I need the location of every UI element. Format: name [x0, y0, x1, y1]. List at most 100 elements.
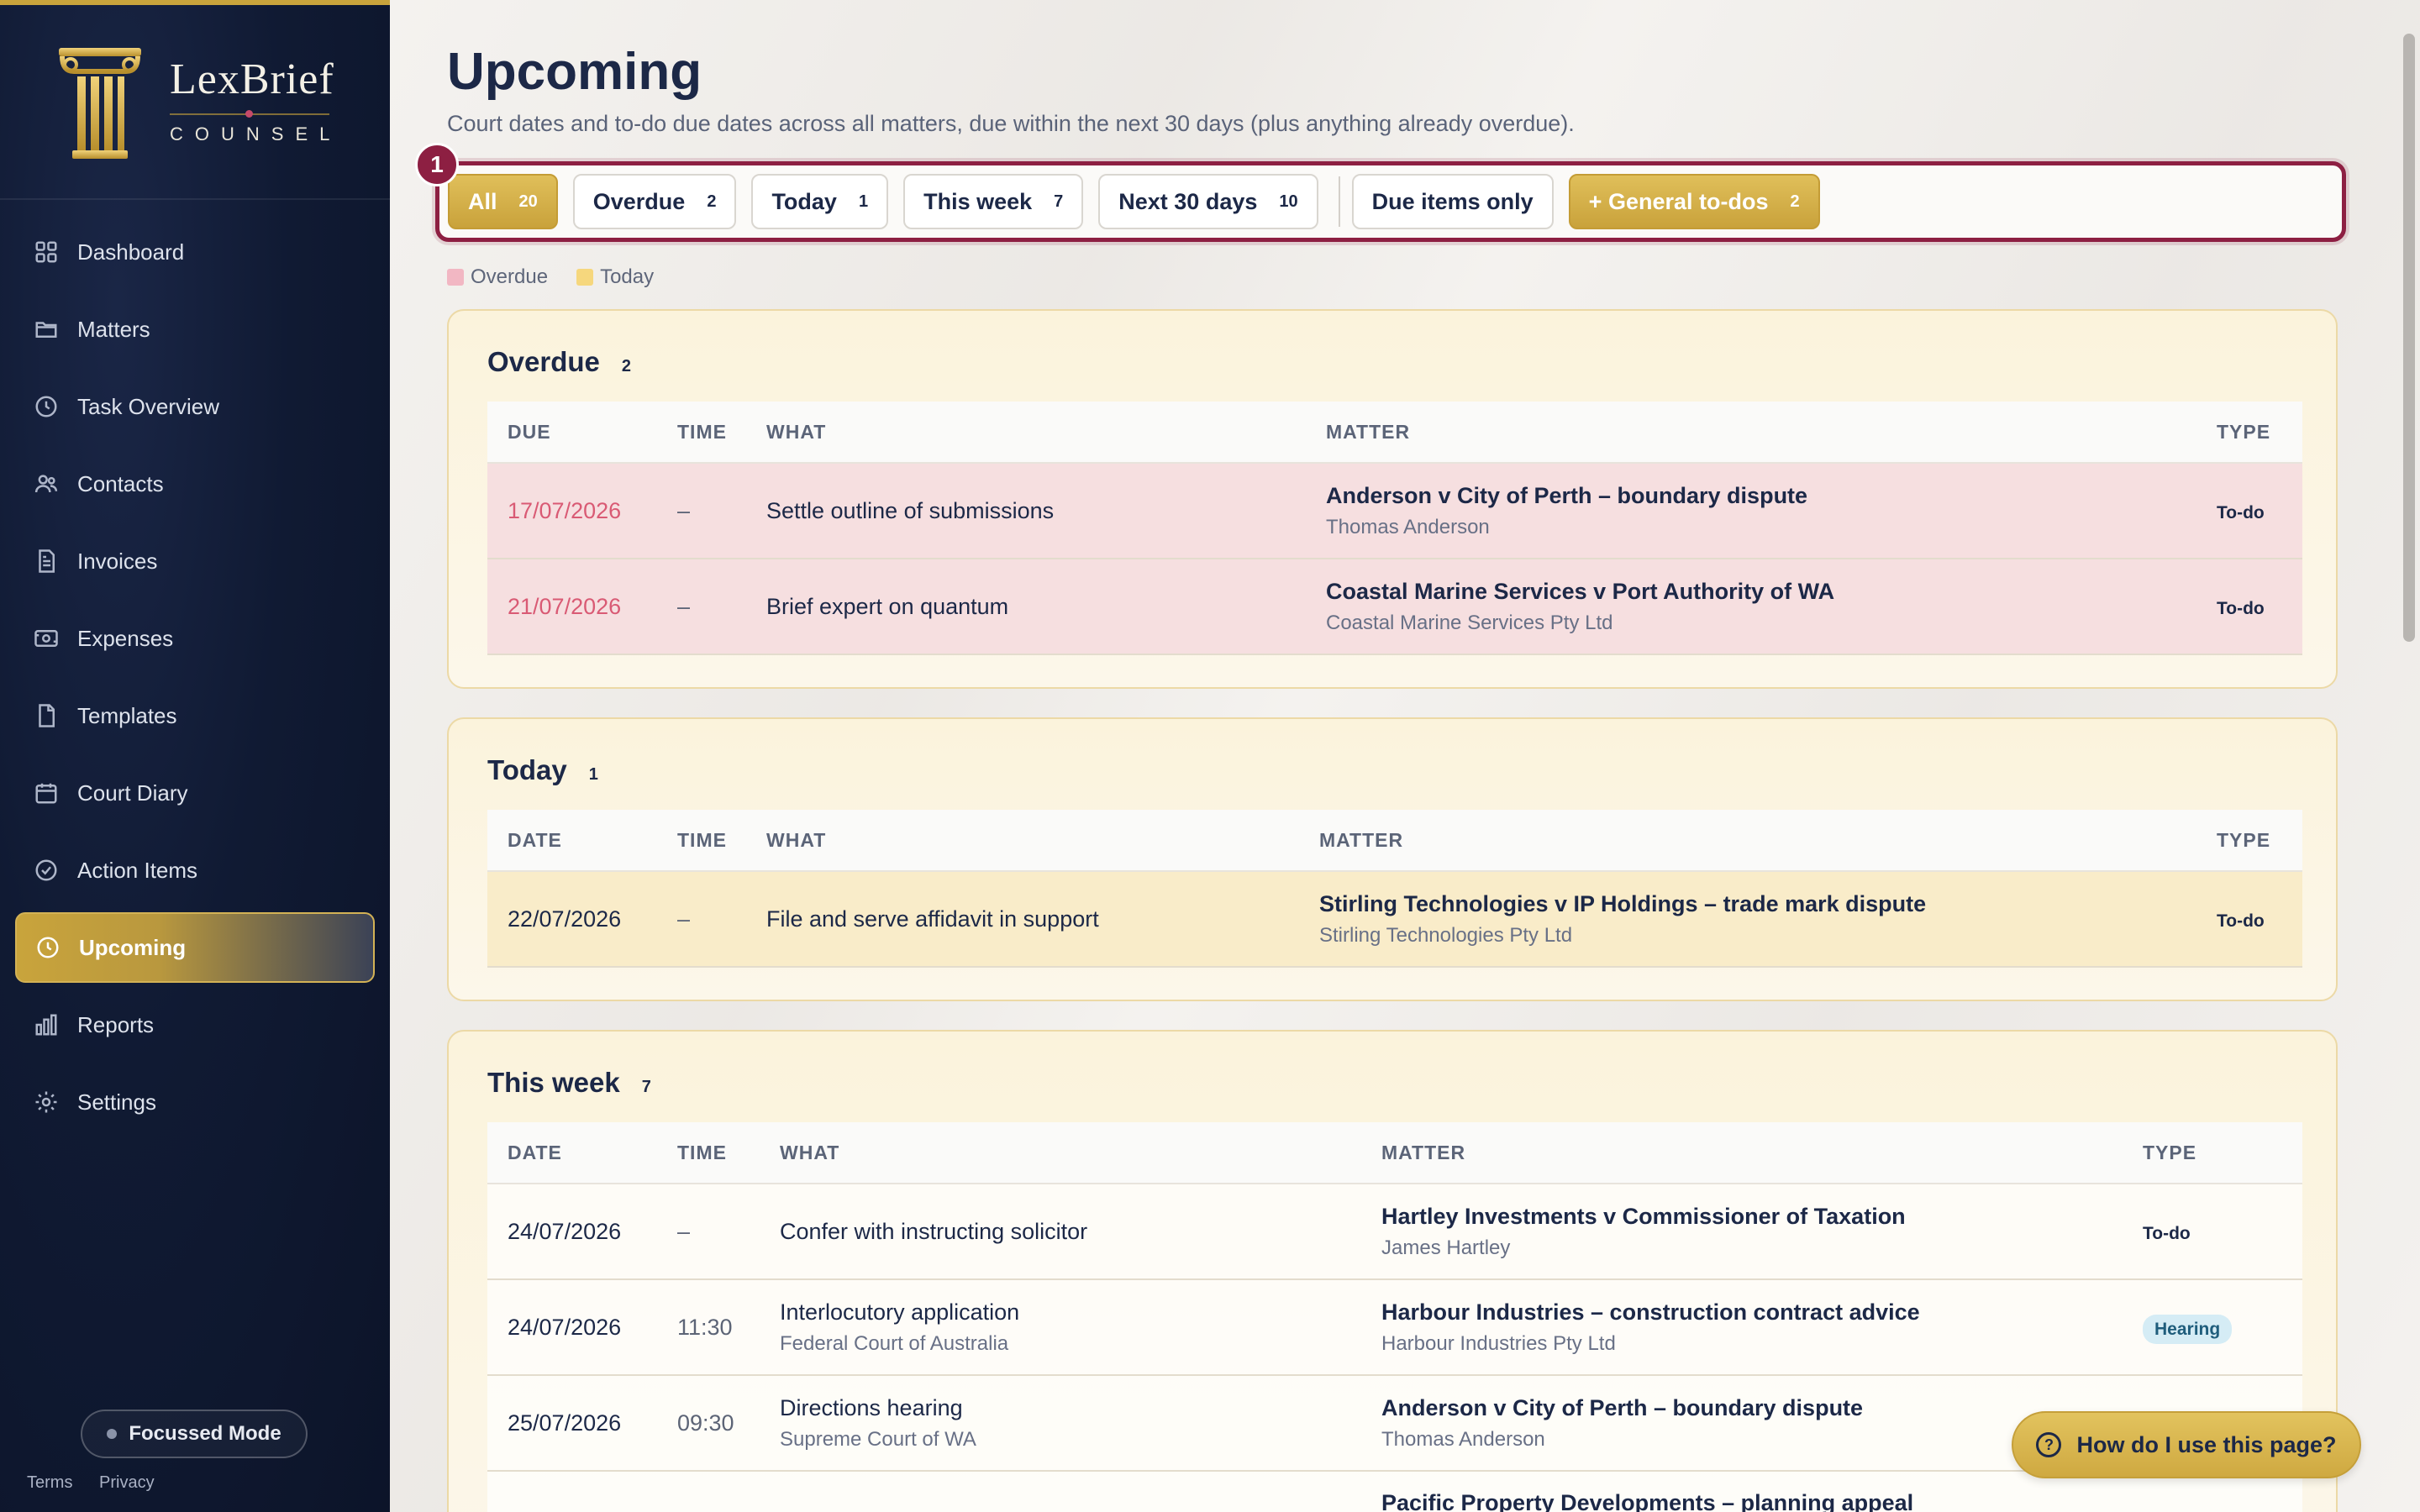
- time: –: [677, 1218, 691, 1244]
- col-time: TIME: [677, 420, 727, 443]
- sidebar-item-matters[interactable]: Matters: [15, 294, 375, 365]
- people-icon: [34, 475, 58, 493]
- document-icon: [39, 704, 55, 727]
- sidebar-item-task-overview[interactable]: Task Overview: [15, 371, 375, 442]
- privacy-link[interactable]: Privacy: [99, 1473, 155, 1492]
- chip-label: + General to-dos: [1588, 188, 1769, 214]
- table-header: DATE TIME WHAT MATTER TYPE: [487, 1122, 2302, 1184]
- matter-name[interactable]: Pacific Property Developments – planning…: [1381, 1490, 2123, 1512]
- filter-next-30-days-chip[interactable]: Next 30 days 10: [1098, 174, 1318, 229]
- what: Directions hearing: [780, 1394, 963, 1420]
- legend-label: Overdue: [471, 265, 549, 288]
- table-row[interactable]: 17/07/2026 – Settle outline of submissio…: [487, 464, 2302, 559]
- matter-client: Coastal Marine Services Pty Ltd: [1326, 611, 1613, 634]
- matter-name[interactable]: Anderson v City of Perth – boundary disp…: [1381, 1395, 2123, 1421]
- sidebar-item-label: Upcoming: [79, 934, 187, 960]
- matter-name[interactable]: Stirling Technologies v IP Holdings – tr…: [1319, 891, 2196, 917]
- type-cell: To-do: [2196, 594, 2302, 620]
- money-icon: [34, 630, 58, 647]
- section-count: 1: [588, 765, 598, 784]
- legend: Overdue Today: [447, 265, 682, 289]
- what-cell: Interlocutory application Federal Court …: [760, 1299, 1361, 1356]
- help-button[interactable]: ? How do I use this page?: [2012, 1411, 2361, 1478]
- table-header: DUE TIME WHAT MATTER TYPE: [487, 402, 2302, 464]
- focussed-mode-button[interactable]: Focussed Mode: [81, 1410, 308, 1458]
- section-title: Today 1: [487, 754, 598, 786]
- status-dot-icon: [107, 1429, 118, 1439]
- due-items-only-toggle[interactable]: Due items only: [1351, 174, 1554, 229]
- matter-client: Stirling Technologies Pty Ltd: [1319, 923, 1573, 947]
- table-row[interactable]: 21/07/2026 – Brief expert on quantum Coa…: [487, 559, 2302, 655]
- chip-count: 2: [1790, 192, 1800, 211]
- grid-icon: [35, 241, 57, 263]
- scrollbar-thumb[interactable]: [2403, 34, 2415, 642]
- chip-label: Due items only: [1371, 188, 1534, 214]
- sidebar-item-contacts[interactable]: Contacts: [15, 449, 375, 519]
- col-type: TYPE: [2143, 1141, 2197, 1163]
- type-badge-hearing: Hearing: [2143, 1314, 2233, 1344]
- sidebar-item-expenses[interactable]: Expenses: [15, 603, 375, 674]
- matter-name[interactable]: Coastal Marine Services v Port Authority…: [1326, 579, 2196, 605]
- clock-icon: [35, 396, 57, 417]
- legend-today: Today: [576, 265, 654, 289]
- filter-divider: [1338, 176, 1340, 227]
- sidebar-item-label: Task Overview: [77, 393, 220, 419]
- today-table: DATE TIME WHAT MATTER TYPE 22/07/2026 – …: [487, 810, 2302, 968]
- sidebar-item-reports[interactable]: Reports: [15, 990, 375, 1060]
- date: 25/07/2026: [508, 1410, 622, 1436]
- sidebar-item-templates[interactable]: Templates: [15, 680, 375, 751]
- filter-all-chip[interactable]: All 20: [448, 174, 558, 229]
- general-todos-toggle[interactable]: + General to-dos 2: [1568, 174, 1820, 229]
- chip-label: Overdue: [592, 188, 686, 214]
- table-row[interactable]: Pacific Property Developments – planning…: [487, 1472, 2302, 1512]
- table-row[interactable]: 24/07/2026 – Confer with instructing sol…: [487, 1184, 2302, 1280]
- col-matter: MATTER: [1381, 1141, 1466, 1163]
- page-subtitle: Court dates and to-do due dates across a…: [447, 111, 1575, 136]
- filter-today-chip[interactable]: Today 1: [751, 174, 889, 229]
- table-row[interactable]: 24/07/2026 11:30 Interlocutory applicati…: [487, 1280, 2302, 1376]
- col-type: TYPE: [2217, 828, 2271, 851]
- due-date: 17/07/2026: [508, 497, 622, 523]
- matter-name[interactable]: Hartley Investments v Commissioner of Ta…: [1381, 1204, 2123, 1230]
- calendar-icon: [35, 783, 57, 804]
- pillar-logo-icon: [59, 48, 141, 159]
- what: Confer with instructing solicitor: [780, 1218, 1088, 1244]
- main-content: Upcoming Court dates and to-do due dates…: [390, 0, 2420, 1512]
- overdue-section: Overdue 2 DUE TIME WHAT MATTER TYPE 17/0…: [447, 309, 2338, 689]
- court-name: Supreme Court of WA: [780, 1427, 976, 1451]
- time: 11:30: [677, 1314, 733, 1340]
- type-cell: To-do: [2196, 906, 2302, 932]
- time: –: [677, 497, 691, 523]
- chip-label: All: [468, 188, 497, 214]
- sidebar-item-upcoming[interactable]: Upcoming: [15, 912, 375, 983]
- matter-cell: Coastal Marine Services v Port Authority…: [1306, 579, 2196, 635]
- col-date: DATE: [508, 1141, 562, 1163]
- col-date: DATE: [508, 828, 562, 851]
- terms-link[interactable]: Terms: [27, 1473, 72, 1492]
- chip-label: Next 30 days: [1118, 188, 1258, 214]
- sidebar-item-label: Matters: [77, 316, 150, 342]
- sidebar-item-dashboard[interactable]: Dashboard: [15, 217, 375, 287]
- sidebar-item-settings[interactable]: Settings: [15, 1067, 375, 1137]
- what: Interlocutory application: [780, 1299, 1020, 1325]
- matter-name[interactable]: Harbour Industries – construction contra…: [1381, 1299, 2123, 1326]
- sidebar-item-label: Settings: [77, 1089, 156, 1115]
- sidebar-item-court-diary[interactable]: Court Diary: [15, 758, 375, 828]
- type-badge: To-do: [2217, 598, 2265, 618]
- question-icon: ?: [2036, 1432, 2062, 1457]
- filter-overdue-chip[interactable]: Overdue 2: [572, 174, 737, 229]
- sidebar-item-label: Court Diary: [77, 780, 188, 806]
- sidebar-item-invoices[interactable]: Invoices: [15, 526, 375, 596]
- filter-this-week-chip[interactable]: This week 7: [903, 174, 1084, 229]
- sidebar-item-action-items[interactable]: Action Items: [15, 835, 375, 906]
- sidebar-item-label: Templates: [77, 702, 177, 728]
- table-row[interactable]: 22/07/2026 – File and serve affidavit in…: [487, 872, 2302, 968]
- section-count: 2: [621, 357, 632, 375]
- date: 24/07/2026: [508, 1218, 622, 1244]
- matter-cell: Anderson v City of Perth – boundary disp…: [1306, 483, 2196, 539]
- matter-name[interactable]: Anderson v City of Perth – boundary disp…: [1326, 483, 2196, 509]
- folder-icon: [35, 322, 57, 338]
- brand[interactable]: LexBrief COUNSEL: [0, 5, 390, 200]
- type-cell: To-do: [2196, 498, 2302, 524]
- brand-name: LexBrief: [170, 55, 334, 103]
